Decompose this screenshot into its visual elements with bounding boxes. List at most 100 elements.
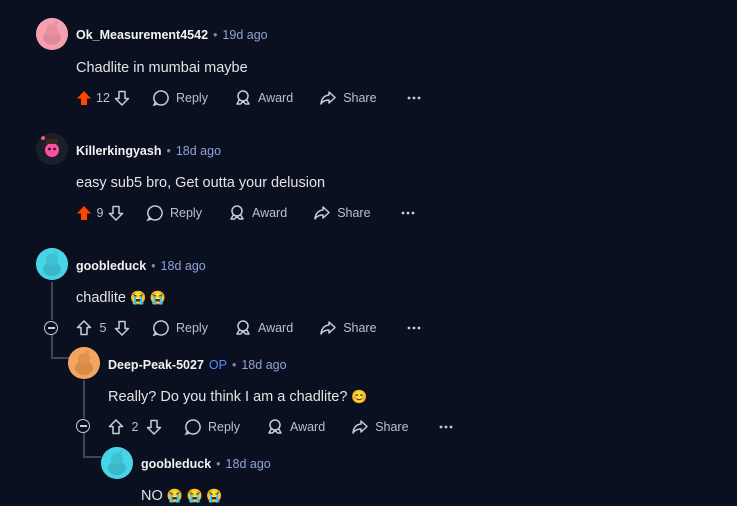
share-label: Share: [337, 206, 371, 220]
comment-bubble-icon: [152, 320, 169, 337]
more-options-button[interactable]: [401, 211, 415, 215]
snoo-avatar-icon: [68, 347, 100, 379]
share-button[interactable]: Share: [313, 204, 371, 222]
username[interactable]: Deep-Peak-5027: [108, 358, 204, 372]
downvote-button[interactable]: [108, 205, 124, 221]
ellipsis-icon: [401, 211, 414, 215]
share-icon: [320, 321, 336, 335]
upvote-button[interactable]: [76, 205, 92, 221]
username[interactable]: goobleduck: [76, 259, 146, 273]
award-button[interactable]: Award: [234, 319, 293, 337]
award-label: Award: [289, 420, 326, 434]
thread-line: [83, 456, 101, 458]
award-label: Award: [251, 206, 288, 220]
comment-meta: Ok_Measurement4542 • 19d ago: [76, 27, 268, 43]
collapse-thread-button[interactable]: [44, 321, 58, 335]
downvote-button[interactable]: [114, 320, 130, 336]
downvote-icon: [114, 90, 130, 106]
ellipsis-icon: [407, 326, 420, 330]
share-label: Share: [343, 321, 377, 335]
snoo-avatar-icon: [36, 133, 68, 165]
award-icon: [230, 205, 244, 220]
upvote-button[interactable]: [76, 90, 92, 106]
comment-actions: 12 Reply Award Share: [76, 88, 421, 108]
reply-button[interactable]: Reply: [146, 204, 202, 222]
avatar[interactable]: [36, 18, 68, 50]
timestamp[interactable]: 19d ago: [222, 28, 267, 42]
more-options-button[interactable]: [439, 425, 453, 429]
crying-emoji: 😭 😭 😭: [166, 488, 223, 503]
reply-label: Reply: [176, 91, 208, 105]
thread-line: [51, 282, 53, 320]
avatar[interactable]: [36, 248, 68, 280]
separator-dot: •: [151, 259, 156, 273]
username[interactable]: goobleduck: [141, 457, 211, 471]
comment-bubble-icon: [146, 205, 163, 222]
timestamp[interactable]: 18d ago: [176, 144, 221, 158]
downvote-button[interactable]: [146, 419, 162, 435]
vote-score: 5: [99, 321, 107, 335]
separator-dot: •: [166, 144, 171, 158]
ellipsis-icon: [407, 96, 420, 100]
avatar[interactable]: [101, 447, 133, 479]
separator-dot: •: [231, 358, 237, 372]
reply-button[interactable]: Reply: [152, 319, 208, 337]
comment-text: chadlite 😭 😭: [76, 288, 166, 308]
comment-meta: goobleduck • 18d ago: [76, 258, 206, 274]
upvote-filled-icon: [77, 91, 91, 105]
comment-actions: 2 Reply Award Share: [108, 417, 453, 437]
comment-bubble-icon: [184, 419, 201, 436]
comment-bubble-icon: [152, 90, 169, 107]
award-button[interactable]: Award: [234, 89, 293, 107]
smiling-emoji: 😊: [351, 389, 368, 404]
award-button[interactable]: Award: [266, 418, 325, 436]
award-icon: [268, 419, 282, 434]
avatar[interactable]: [36, 133, 68, 165]
comment-text: NO 😭 😭 😭: [141, 486, 223, 506]
ellipsis-icon: [439, 425, 452, 429]
avatar[interactable]: [68, 347, 100, 379]
share-icon: [314, 206, 330, 220]
share-label: Share: [375, 420, 409, 434]
snoo-avatar-icon: [36, 248, 68, 280]
upvote-filled-icon: [77, 206, 91, 220]
downvote-button[interactable]: [114, 90, 130, 106]
upvote-button[interactable]: [76, 320, 92, 336]
timestamp[interactable]: 18d ago: [226, 457, 271, 471]
comment-text-body: chadlite: [76, 290, 126, 306]
award-icon: [236, 90, 250, 105]
share-button[interactable]: Share: [351, 418, 409, 436]
share-button[interactable]: Share: [319, 319, 377, 337]
snoo-avatar-icon: [101, 447, 133, 479]
share-label: Share: [343, 91, 377, 105]
username[interactable]: Ok_Measurement4542: [76, 28, 208, 42]
share-button[interactable]: Share: [319, 89, 377, 107]
comment-meta: Killerkingyash • 18d ago: [76, 143, 221, 159]
award-button[interactable]: Award: [228, 204, 287, 222]
more-options-button[interactable]: [407, 96, 421, 100]
separator-dot: •: [213, 28, 218, 42]
upvote-button[interactable]: [108, 419, 124, 435]
share-icon: [320, 91, 336, 105]
username[interactable]: Killerkingyash: [76, 144, 161, 158]
vote-score: 12: [96, 91, 110, 105]
comment-actions: 5 Reply Award Share: [76, 318, 421, 338]
crying-emoji: 😭 😭: [130, 290, 167, 305]
downvote-icon: [108, 205, 124, 221]
separator-dot: •: [216, 457, 221, 471]
collapse-thread-button[interactable]: [76, 419, 90, 433]
reply-button[interactable]: Reply: [152, 89, 208, 107]
comment-text-body: NO: [141, 488, 163, 504]
reply-label: Reply: [176, 321, 208, 335]
more-options-button[interactable]: [407, 326, 421, 330]
share-icon: [352, 420, 368, 434]
timestamp[interactable]: 18d ago: [161, 259, 206, 273]
upvote-icon: [76, 320, 92, 336]
downvote-icon: [146, 419, 162, 435]
award-icon: [236, 320, 250, 335]
timestamp[interactable]: 18d ago: [241, 358, 286, 372]
snoo-avatar-icon: [36, 18, 68, 50]
reply-button[interactable]: Reply: [184, 418, 240, 436]
comment-text: Chadlite in mumbai maybe: [76, 60, 248, 76]
award-label: Award: [257, 91, 294, 105]
